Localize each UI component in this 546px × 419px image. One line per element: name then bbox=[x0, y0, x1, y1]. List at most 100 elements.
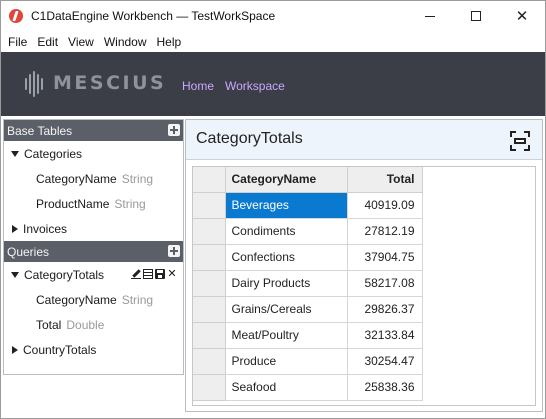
tree-node-categories[interactable]: Categories bbox=[4, 141, 183, 166]
panel-header: CategoryTotals bbox=[186, 120, 542, 160]
cell-categoryname[interactable]: Beverages bbox=[225, 192, 348, 219]
cell-categoryname[interactable]: Grains/Cereals bbox=[225, 296, 348, 323]
cell-categoryname[interactable]: Seafood bbox=[225, 374, 348, 401]
cell-categoryname[interactable]: Dairy Products bbox=[225, 270, 348, 297]
workspace-sidebar: Base Tables Categories CategoryName Stri… bbox=[3, 119, 184, 375]
query-result-panel: CategoryTotals CategoryName Total Bevera… bbox=[185, 119, 543, 412]
minimize-button[interactable] bbox=[407, 1, 453, 31]
field-type: String bbox=[114, 196, 146, 211]
row-header[interactable] bbox=[193, 218, 226, 245]
tree-node-invoices[interactable]: Invoices bbox=[4, 216, 183, 241]
tree-field-categoryname[interactable]: CategoryName String bbox=[4, 287, 183, 312]
cell-total[interactable]: 40919.09 bbox=[347, 192, 423, 219]
table-row[interactable]: Meat/Poultry 32133.84 bbox=[193, 322, 423, 349]
field-name: CategoryName bbox=[36, 292, 117, 307]
app-logo-icon bbox=[9, 9, 23, 23]
column-header-categoryname[interactable]: CategoryName bbox=[225, 167, 348, 193]
cell-total[interactable]: 58217.08 bbox=[347, 270, 423, 297]
table-row[interactable]: Condiments 27812.19 bbox=[193, 218, 423, 245]
query-tools: ✕ bbox=[131, 268, 177, 279]
brand-header: MESCIUS Home Workspace bbox=[1, 52, 545, 116]
field-name: ProductName bbox=[36, 196, 110, 211]
field-name: CategoryName bbox=[36, 171, 117, 186]
app-window: C1DataEngine Workbench — TestWorkSpace ✕… bbox=[0, 0, 546, 419]
cell-total[interactable]: 30254.47 bbox=[347, 348, 423, 375]
table-row[interactable]: Produce 30254.47 bbox=[193, 348, 423, 375]
cell-categoryname[interactable]: Meat/Poultry bbox=[225, 322, 348, 349]
tree-field-total[interactable]: Total Double bbox=[4, 312, 183, 337]
close-icon: ✕ bbox=[515, 6, 529, 25]
panel-title: CategoryTotals bbox=[196, 130, 303, 147]
brand-logo-text: MESCIUS bbox=[53, 72, 167, 94]
brand-logo-icon bbox=[23, 71, 45, 97]
field-type: String bbox=[121, 292, 154, 307]
section-header-queries: Queries bbox=[4, 241, 183, 262]
field-name: Total bbox=[36, 317, 62, 332]
row-header[interactable] bbox=[193, 296, 226, 323]
cell-categoryname[interactable]: Produce bbox=[225, 348, 348, 375]
row-header[interactable] bbox=[193, 348, 226, 375]
table-row[interactable]: Grains/Cereals 29826.37 bbox=[193, 296, 423, 323]
menu-bar: File Edit View Window Help bbox=[1, 31, 545, 52]
window-title: C1DataEngine Workbench — TestWorkSpace bbox=[31, 9, 276, 23]
tree-node-categorytotals[interactable]: CategoryTotals ✕ bbox=[4, 262, 183, 287]
field-type: Double bbox=[66, 317, 105, 332]
expanded-arrow-icon[interactable] bbox=[11, 150, 19, 157]
nav-home-link[interactable]: Home bbox=[182, 79, 214, 93]
section-title: Queries bbox=[7, 244, 50, 259]
data-grid[interactable]: CategoryName Total Beverages 40919.09 Cond… bbox=[192, 166, 536, 406]
title-bar[interactable]: C1DataEngine Workbench — TestWorkSpace ✕ bbox=[1, 1, 545, 31]
maximize-icon bbox=[471, 11, 481, 21]
table-row[interactable]: Seafood 25838.36 bbox=[193, 374, 423, 401]
row-header[interactable] bbox=[193, 192, 226, 219]
tree-field-categoryname[interactable]: CategoryName String bbox=[4, 166, 183, 191]
delete-icon[interactable]: ✕ bbox=[167, 268, 177, 279]
menu-edit[interactable]: Edit bbox=[32, 35, 63, 49]
menu-file[interactable]: File bbox=[3, 35, 32, 49]
field-type: String bbox=[121, 171, 154, 186]
expanded-arrow-icon[interactable] bbox=[11, 271, 19, 278]
section-header-base-tables: Base Tables bbox=[4, 120, 183, 141]
table-view-icon[interactable] bbox=[143, 269, 153, 279]
save-icon[interactable] bbox=[155, 269, 165, 279]
collapsed-arrow-icon[interactable] bbox=[12, 224, 18, 233]
menu-help[interactable]: Help bbox=[152, 35, 187, 49]
cell-categoryname[interactable]: Confections bbox=[225, 244, 348, 271]
tree-node-label: Invoices bbox=[23, 221, 68, 236]
grid-corner-header[interactable] bbox=[193, 167, 226, 193]
cell-total[interactable]: 27812.19 bbox=[347, 218, 423, 245]
add-query-button[interactable] bbox=[168, 245, 180, 257]
column-header-total[interactable]: Total bbox=[347, 167, 423, 193]
section-title: Base Tables bbox=[7, 123, 73, 138]
maximize-button[interactable] bbox=[453, 1, 499, 31]
row-header[interactable] bbox=[193, 244, 226, 271]
nav-workspace-link[interactable]: Workspace bbox=[225, 79, 285, 93]
row-header[interactable] bbox=[193, 270, 226, 297]
grid-body: Beverages 40919.09 Condiments 27812.19 Confe… bbox=[193, 192, 423, 401]
menu-view[interactable]: View bbox=[63, 35, 99, 49]
cell-total[interactable]: 37904.75 bbox=[347, 244, 423, 271]
cell-categoryname[interactable]: Condiments bbox=[225, 218, 348, 245]
edit-icon[interactable] bbox=[131, 269, 141, 279]
focus-view-icon[interactable] bbox=[510, 131, 530, 151]
tree-node-label: Categories bbox=[24, 146, 83, 161]
window-controls: ✕ bbox=[407, 1, 545, 31]
row-header[interactable] bbox=[193, 322, 226, 349]
tree-node-countrytotals[interactable]: CountryTotals bbox=[4, 337, 183, 362]
cell-total[interactable]: 25838.36 bbox=[347, 374, 423, 401]
cell-total[interactable]: 32133.84 bbox=[347, 322, 423, 349]
tree-node-label: CountryTotals bbox=[23, 342, 97, 357]
collapsed-arrow-icon[interactable] bbox=[12, 345, 18, 354]
cell-total[interactable]: 29826.37 bbox=[347, 296, 423, 323]
row-header[interactable] bbox=[193, 374, 226, 401]
results-table: CategoryName Total Beverages 40919.09 Cond… bbox=[193, 167, 423, 401]
table-row[interactable]: Confections 37904.75 bbox=[193, 244, 423, 271]
tree-field-productname[interactable]: ProductName String bbox=[4, 191, 183, 216]
table-row[interactable]: Beverages 40919.09 bbox=[193, 192, 423, 219]
close-button[interactable]: ✕ bbox=[499, 1, 545, 31]
minimize-icon bbox=[425, 15, 435, 17]
tree-node-label: CategoryTotals bbox=[24, 267, 105, 282]
table-row[interactable]: Dairy Products 58217.08 bbox=[193, 270, 423, 297]
add-base-table-button[interactable] bbox=[168, 124, 180, 136]
menu-window[interactable]: Window bbox=[99, 35, 152, 49]
